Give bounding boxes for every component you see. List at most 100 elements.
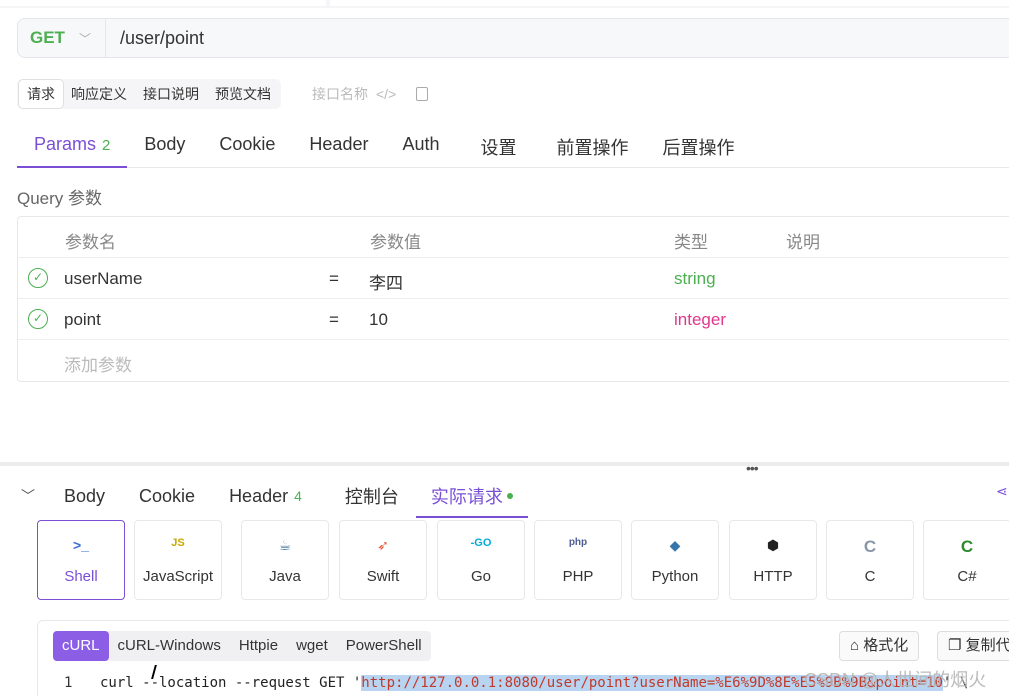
resp-tab-console[interactable]: 控制台 bbox=[319, 474, 416, 518]
watermark: CSDN @人世间的烟火 bbox=[804, 670, 987, 690]
tab-auth[interactable]: Auth bbox=[385, 122, 456, 167]
resp-tab-header[interactable]: Header 4 bbox=[212, 474, 319, 518]
lang-label: Shell bbox=[64, 568, 98, 585]
lang-label: C# bbox=[957, 568, 977, 585]
header-type: 类型 bbox=[674, 233, 708, 252]
chevron-down-icon: ﹀ bbox=[78, 31, 91, 46]
language-selector: >_ Shell JS JavaScript ☕ Java ➶ Swift -G… bbox=[37, 520, 1009, 600]
tab-body[interactable]: Body bbox=[127, 122, 202, 167]
header-desc: 说明 bbox=[786, 233, 820, 252]
tab-pre-ops[interactable]: 前置操作 bbox=[537, 122, 646, 167]
lang-label: PHP bbox=[562, 568, 594, 585]
status-dot bbox=[506, 493, 513, 499]
code-variant-tabs: cURL cURL-Windows Httpie wget PowerShell bbox=[53, 631, 431, 661]
api-name-placeholder: 接口名称 bbox=[312, 86, 368, 102]
lang-c[interactable]: C C bbox=[826, 520, 914, 600]
query-section-label: Query 参数 bbox=[17, 189, 103, 208]
doc-tab-request[interactable]: 请求 bbox=[19, 80, 63, 108]
lang-label: HTTP bbox=[753, 568, 793, 585]
copy-icon: ❐ bbox=[948, 637, 962, 654]
panel-divider[interactable] bbox=[0, 462, 1009, 466]
tab-params[interactable]: Params 2 bbox=[17, 122, 128, 168]
check-circle-icon[interactable]: ✓ bbox=[28, 309, 48, 329]
panel-icon[interactable] bbox=[416, 87, 429, 101]
resp-tab-cookie[interactable]: Cookie bbox=[122, 474, 212, 518]
lang-label: Go bbox=[470, 568, 491, 585]
tab-label: Body bbox=[64, 485, 106, 506]
url-input[interactable]: /user/point bbox=[120, 28, 204, 49]
chevron-down-icon[interactable]: ﹀ bbox=[17, 486, 47, 506]
c-icon: C bbox=[863, 537, 877, 556]
tab-label: Params bbox=[34, 134, 97, 154]
request-tabs: Params 2 Body Cookie Header Auth 设置 前置操作 … bbox=[17, 122, 1009, 168]
java-icon: ☕ bbox=[278, 537, 292, 553]
variant-httpie[interactable]: Httpie bbox=[230, 631, 287, 661]
param-value[interactable]: 李四 bbox=[369, 269, 403, 294]
api-name-field[interactable]: 接口名称 </> bbox=[312, 84, 429, 104]
lang-javascript[interactable]: JS JavaScript bbox=[134, 520, 222, 600]
tab-cookie[interactable]: Cookie bbox=[202, 122, 292, 167]
php-icon: php bbox=[568, 537, 588, 548]
lang-csharp[interactable]: C C# bbox=[923, 520, 1009, 600]
resp-tab-body[interactable]: Body bbox=[47, 474, 122, 518]
variant-curl-windows[interactable]: cURL-Windows bbox=[109, 631, 230, 661]
method-select[interactable]: GET ﹀ bbox=[18, 19, 106, 57]
share-icon[interactable]: ⋖ bbox=[996, 483, 1009, 499]
param-value[interactable]: 10 bbox=[369, 310, 388, 330]
lang-label: Java bbox=[269, 568, 301, 585]
tab-strip-segment bbox=[330, 0, 1009, 6]
lang-label: JavaScript bbox=[142, 568, 214, 585]
tab-header[interactable]: Header bbox=[292, 122, 385, 167]
tab-label: 前置操作 bbox=[556, 138, 629, 158]
lang-go[interactable]: -GO Go bbox=[437, 520, 525, 600]
variant-powershell[interactable]: PowerShell bbox=[337, 631, 431, 661]
javascript-icon: JS bbox=[171, 537, 185, 549]
format-label: 格式化 bbox=[863, 637, 909, 654]
param-type[interactable]: integer bbox=[674, 310, 726, 330]
line-number: 1 bbox=[64, 675, 73, 691]
tab-label: Cookie bbox=[139, 485, 196, 506]
tab-label: Auth bbox=[402, 134, 440, 154]
lang-http[interactable]: ⬢ HTTP bbox=[729, 520, 817, 600]
terminal-icon: >_ bbox=[73, 537, 89, 553]
lang-swift[interactable]: ➶ Swift bbox=[339, 520, 427, 600]
format-button[interactable]: ⌂ 格式化 bbox=[839, 631, 920, 661]
doc-tab-response-def[interactable]: 响应定义 bbox=[63, 80, 135, 108]
tab-label: Body bbox=[144, 134, 186, 154]
code-prefix: curl --location --request GET ' bbox=[100, 675, 362, 691]
python-icon: ◆ bbox=[669, 537, 681, 553]
variant-wget[interactable]: wget bbox=[287, 631, 337, 661]
lang-label: Swift bbox=[366, 568, 400, 585]
tab-strip-segment bbox=[0, 0, 326, 6]
response-tabs: ﹀ Body Cookie Header 4 控制台 实际请求 bbox=[17, 474, 1009, 518]
tab-settings[interactable]: 设置 bbox=[457, 122, 537, 167]
code-icon: </> bbox=[376, 86, 397, 102]
param-name[interactable]: point bbox=[64, 310, 101, 330]
check-circle-icon[interactable]: ✓ bbox=[28, 268, 48, 288]
copy-button[interactable]: ❐ 复制代 bbox=[937, 631, 1009, 661]
tab-post-ops[interactable]: 后置操作 bbox=[646, 122, 752, 167]
lang-php[interactable]: php PHP bbox=[534, 520, 622, 600]
lang-shell[interactable]: >_ Shell bbox=[37, 520, 125, 600]
params-table: 参数名 参数值 类型 说明 ✓ userName = 李四 string ✓ p… bbox=[17, 216, 1009, 382]
doc-tab-api-desc[interactable]: 接口说明 bbox=[135, 80, 207, 108]
param-type[interactable]: string bbox=[674, 269, 716, 289]
lang-python[interactable]: ◆ Python bbox=[631, 520, 719, 600]
top-strip bbox=[0, 0, 1009, 8]
doc-tab-preview[interactable]: 预览文档 bbox=[207, 80, 279, 108]
variant-curl[interactable]: cURL bbox=[53, 631, 109, 661]
header-value: 参数值 bbox=[370, 233, 421, 252]
tab-count: 4 bbox=[294, 488, 302, 504]
equals-sign: = bbox=[329, 269, 339, 288]
doc-tabs: 请求 响应定义 接口说明 预览文档 bbox=[17, 79, 281, 109]
add-param-row[interactable]: 添加参数 bbox=[18, 340, 1009, 381]
table-row: ✓ point = 10 integer bbox=[18, 299, 1009, 340]
param-name[interactable]: userName bbox=[64, 269, 142, 289]
tab-label: Cookie bbox=[219, 134, 276, 154]
tab-label: 控制台 bbox=[344, 487, 399, 507]
method-label: GET bbox=[30, 28, 65, 47]
lang-java[interactable]: ☕ Java bbox=[241, 520, 329, 600]
copy-label: 复制代 bbox=[965, 637, 1009, 654]
resp-tab-actual-request[interactable]: 实际请求 bbox=[415, 474, 528, 518]
http-icon: ⬢ bbox=[766, 537, 780, 553]
